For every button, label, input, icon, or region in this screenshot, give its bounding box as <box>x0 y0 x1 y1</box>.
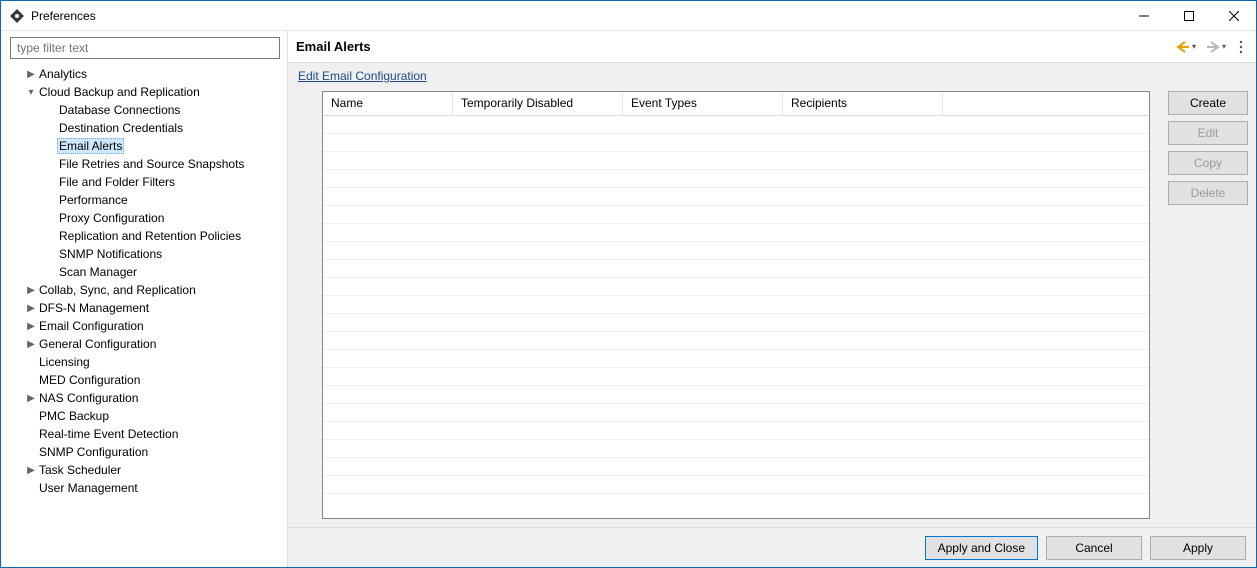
tree-item-email-alerts[interactable]: Email Alerts <box>7 137 281 155</box>
table-row[interactable] <box>323 458 1149 476</box>
minimize-button[interactable] <box>1121 1 1166 30</box>
column-name[interactable]: Name <box>323 92 453 115</box>
dropdown-caret-icon: ▾ <box>1222 42 1226 51</box>
tree-item-scan-manager[interactable]: Scan Manager <box>7 263 281 281</box>
tree-item-realtime-event[interactable]: Real-time Event Detection <box>7 425 281 443</box>
chevron-right-icon: ▶ <box>25 339 37 350</box>
table-row[interactable] <box>323 440 1149 458</box>
chevron-right-icon: ▶ <box>25 69 37 80</box>
tree-item-file-filters[interactable]: File and Folder Filters <box>7 173 281 191</box>
tree-item-nas-config[interactable]: ▶NAS Configuration <box>7 389 281 407</box>
delete-button[interactable]: Delete <box>1168 181 1248 205</box>
table-row[interactable] <box>323 224 1149 242</box>
table-row[interactable] <box>323 206 1149 224</box>
main-panel: Email Alerts ▾ ▾ Edit Email Configuratio… <box>288 31 1256 567</box>
tree-item-email-config[interactable]: ▶Email Configuration <box>7 317 281 335</box>
close-button[interactable] <box>1211 1 1256 30</box>
tree-item-performance[interactable]: Performance <box>7 191 281 209</box>
toolbar-menu-button[interactable] <box>1234 38 1248 56</box>
table-row[interactable] <box>323 332 1149 350</box>
table-row[interactable] <box>323 260 1149 278</box>
tree-item-replication-policies[interactable]: Replication and Retention Policies <box>7 227 281 245</box>
filter-input[interactable] <box>10 37 280 59</box>
chevron-down-icon: ▾ <box>25 87 37 98</box>
close-icon <box>1229 11 1239 21</box>
table-row[interactable] <box>323 422 1149 440</box>
side-buttons: Create Edit Copy Delete <box>1168 91 1248 519</box>
table-row[interactable] <box>323 242 1149 260</box>
nav-forward-button[interactable]: ▾ <box>1204 39 1228 55</box>
app-icon <box>9 8 25 24</box>
copy-button[interactable]: Copy <box>1168 151 1248 175</box>
footer: Apply and Close Cancel Apply <box>288 527 1256 567</box>
chevron-right-icon: ▶ <box>25 465 37 476</box>
sidebar: ▶Analytics ▾Cloud Backup and Replication… <box>1 31 288 567</box>
link-bar: Edit Email Configuration <box>288 63 1256 87</box>
tree-item-task-scheduler[interactable]: ▶Task Scheduler <box>7 461 281 479</box>
page-title: Email Alerts <box>296 39 371 54</box>
column-temp-disabled[interactable]: Temporarily Disabled <box>453 92 623 115</box>
tree-item-db-connections[interactable]: Database Connections <box>7 101 281 119</box>
preferences-window: Preferences ▶Analytics ▾Cloud Backup and… <box>0 0 1257 568</box>
chevron-right-icon: ▶ <box>25 285 37 296</box>
tree-item-analytics[interactable]: ▶Analytics <box>7 65 281 83</box>
table-row[interactable] <box>323 134 1149 152</box>
window-title: Preferences <box>31 9 96 23</box>
table-row[interactable] <box>323 170 1149 188</box>
create-button[interactable]: Create <box>1168 91 1248 115</box>
maximize-icon <box>1184 11 1194 21</box>
nav-back-button[interactable]: ▾ <box>1174 39 1198 55</box>
tree-item-destination-credentials[interactable]: Destination Credentials <box>7 119 281 137</box>
apply-button[interactable]: Apply <box>1150 536 1246 560</box>
table-row[interactable] <box>323 296 1149 314</box>
table-row[interactable] <box>323 386 1149 404</box>
edit-email-config-link[interactable]: Edit Email Configuration <box>298 69 427 83</box>
chevron-right-icon: ▶ <box>25 303 37 314</box>
titlebar: Preferences <box>1 1 1256 31</box>
maximize-button[interactable] <box>1166 1 1211 30</box>
preferences-tree: ▶Analytics ▾Cloud Backup and Replication… <box>7 65 281 561</box>
table-row[interactable] <box>323 278 1149 296</box>
arrow-left-icon <box>1176 41 1190 53</box>
tree-item-cloud-backup[interactable]: ▾Cloud Backup and Replication <box>7 83 281 101</box>
column-recipients[interactable]: Recipients <box>783 92 943 115</box>
page-header: Email Alerts ▾ ▾ <box>288 31 1256 63</box>
table-row[interactable] <box>323 152 1149 170</box>
column-event-types[interactable]: Event Types <box>623 92 783 115</box>
table-row[interactable] <box>323 116 1149 134</box>
tree-item-file-retries[interactable]: File Retries and Source Snapshots <box>7 155 281 173</box>
table-row[interactable] <box>323 350 1149 368</box>
tree-item-dfsn[interactable]: ▶DFS-N Management <box>7 299 281 317</box>
tree-item-user-management[interactable]: User Management <box>7 479 281 497</box>
chevron-right-icon: ▶ <box>25 393 37 404</box>
table-row[interactable] <box>323 368 1149 386</box>
table-row[interactable] <box>323 188 1149 206</box>
minimize-icon <box>1139 11 1149 21</box>
table-row[interactable] <box>323 314 1149 332</box>
tree-item-licensing[interactable]: Licensing <box>7 353 281 371</box>
dropdown-caret-icon: ▾ <box>1192 42 1196 51</box>
chevron-right-icon: ▶ <box>25 321 37 332</box>
table-row[interactable] <box>323 476 1149 494</box>
tree-item-proxy-config[interactable]: Proxy Configuration <box>7 209 281 227</box>
arrow-right-icon <box>1206 41 1220 53</box>
table-row[interactable] <box>323 404 1149 422</box>
tree-item-snmp-notifications[interactable]: SNMP Notifications <box>7 245 281 263</box>
edit-button[interactable]: Edit <box>1168 121 1248 145</box>
tree-item-med-config[interactable]: MED Configuration <box>7 371 281 389</box>
tree-item-snmp-config[interactable]: SNMP Configuration <box>7 443 281 461</box>
kebab-icon <box>1236 40 1246 54</box>
table-header: Name Temporarily Disabled Event Types Re… <box>323 92 1149 116</box>
tree-item-collab[interactable]: ▶Collab, Sync, and Replication <box>7 281 281 299</box>
table-body[interactable] <box>323 116 1149 518</box>
tree-item-pmc-backup[interactable]: PMC Backup <box>7 407 281 425</box>
apply-and-close-button[interactable]: Apply and Close <box>925 536 1038 560</box>
alerts-table: Name Temporarily Disabled Event Types Re… <box>322 91 1150 519</box>
column-spacer <box>943 92 1149 115</box>
cancel-button[interactable]: Cancel <box>1046 536 1142 560</box>
tree-item-general-config[interactable]: ▶General Configuration <box>7 335 281 353</box>
